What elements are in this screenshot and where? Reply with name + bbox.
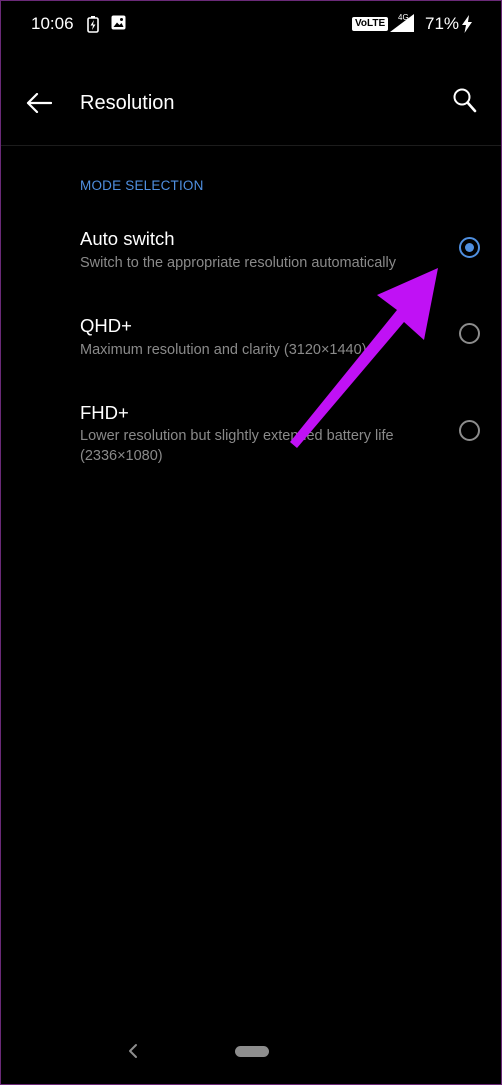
screen-frame: 10:06 VoLTE 4G 71% Resolution MODE SELEC… xyxy=(0,0,502,1085)
option-fhd-plus[interactable]: FHD+ Lower resolution but slightly exten… xyxy=(1,390,501,480)
nav-back-icon[interactable] xyxy=(125,1041,141,1066)
status-time: 10:06 xyxy=(31,14,74,33)
charging-bolt-icon xyxy=(461,15,473,38)
image-notification-icon xyxy=(111,15,126,35)
radio-fhd-plus[interactable] xyxy=(459,420,480,441)
network-type-label: 4G xyxy=(398,13,409,22)
option-description: Maximum resolution and clarity (3120×144… xyxy=(80,342,367,358)
option-description: Lower resolution but slightly extended b… xyxy=(80,428,394,464)
nav-home-pill[interactable] xyxy=(235,1046,269,1057)
option-qhd-plus[interactable]: QHD+ Maximum resolution and clarity (312… xyxy=(1,303,501,379)
section-header-mode-selection: MODE SELECTION xyxy=(80,178,204,193)
option-title: Auto switch xyxy=(80,228,175,249)
volte-icon: VoLTE xyxy=(352,17,389,31)
status-bar: 10:06 VoLTE 4G 71% xyxy=(1,1,501,49)
option-title: QHD+ xyxy=(80,315,132,336)
battery-charging-icon xyxy=(87,15,99,38)
option-description: Switch to the appropriate resolution aut… xyxy=(80,255,396,271)
search-button[interactable] xyxy=(445,83,485,123)
annotation-arrow-icon xyxy=(290,268,438,448)
search-icon xyxy=(452,87,478,120)
radio-auto-switch[interactable] xyxy=(459,237,480,258)
option-auto-switch[interactable]: Auto switch Switch to the appropriate re… xyxy=(1,216,501,292)
back-button[interactable] xyxy=(19,85,59,125)
option-title: FHD+ xyxy=(80,402,129,423)
arrow-back-icon xyxy=(26,92,53,118)
battery-percent: 71% xyxy=(425,14,460,33)
page-title: Resolution xyxy=(80,92,175,114)
radio-qhd-plus[interactable] xyxy=(459,323,480,344)
app-bar: Resolution xyxy=(1,63,501,146)
